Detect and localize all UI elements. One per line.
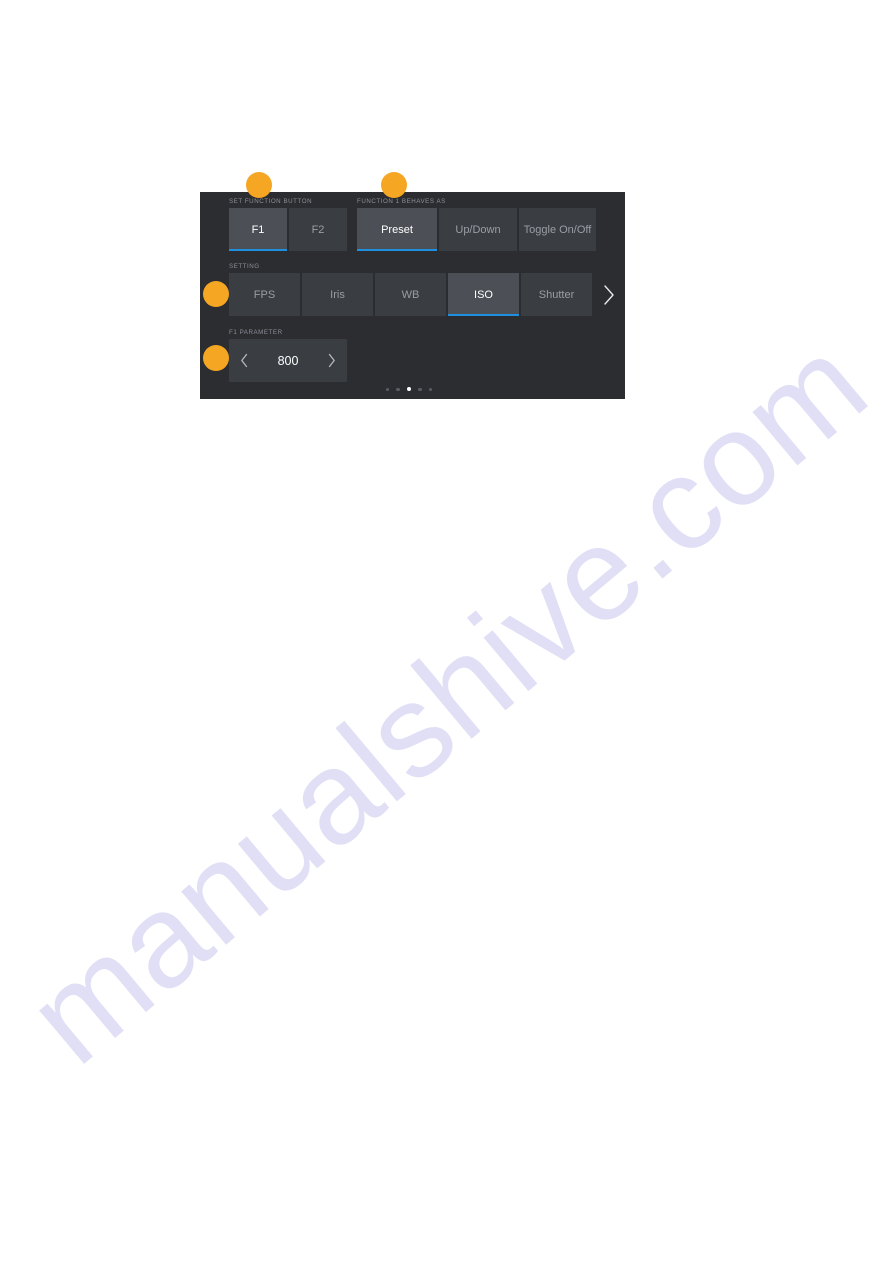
setting-option-shutter[interactable]: Shutter (521, 273, 592, 316)
chevron-right-icon (604, 285, 614, 305)
callout-marker-2 (381, 172, 407, 198)
callout-marker-3 (203, 281, 229, 307)
setting-label: SETTING (229, 263, 260, 270)
setting-option-iso[interactable]: ISO (448, 273, 519, 316)
setting-option-wb[interactable]: WB (375, 273, 446, 316)
callout-marker-1 (246, 172, 272, 198)
function-button-f1[interactable]: F1 (229, 208, 287, 251)
setting-option-fps[interactable]: FPS (229, 273, 300, 316)
chevron-left-icon (241, 353, 248, 368)
setting-option-iris[interactable]: Iris (302, 273, 373, 316)
setting-scroll-next-button[interactable] (601, 282, 617, 308)
parameter-stepper: 800 (229, 339, 347, 382)
behaves-as-toggle-on-off-button[interactable]: Toggle On/Off (519, 208, 596, 251)
function-button-f2[interactable]: F2 (289, 208, 347, 251)
parameter-label: F1 PARAMETER (229, 329, 283, 336)
callout-marker-4 (203, 345, 229, 371)
camera-setup-panel: SET FUNCTION BUTTON F1 F2 FUNCTION 1 BEH… (200, 192, 625, 399)
pagination-dot-active[interactable] (406, 387, 412, 392)
chevron-right-icon (328, 353, 335, 368)
behaves-as-label: FUNCTION 1 BEHAVES AS (357, 198, 446, 205)
behaves-as-preset-button[interactable]: Preset (357, 208, 437, 251)
parameter-increment-button[interactable] (327, 353, 336, 368)
parameter-decrement-button[interactable] (240, 353, 249, 368)
pagination-dot[interactable] (428, 387, 432, 391)
pagination-dot[interactable] (396, 387, 400, 391)
set-function-button-label: SET FUNCTION BUTTON (229, 198, 313, 205)
parameter-value: 800 (277, 353, 299, 368)
behaves-as-up-down-button[interactable]: Up/Down (439, 208, 517, 251)
pagination-dot[interactable] (418, 387, 422, 391)
page-watermark: manualshive.com (0, 308, 893, 1092)
pagination-dot[interactable] (386, 387, 390, 391)
pagination-dots[interactable] (386, 387, 432, 392)
